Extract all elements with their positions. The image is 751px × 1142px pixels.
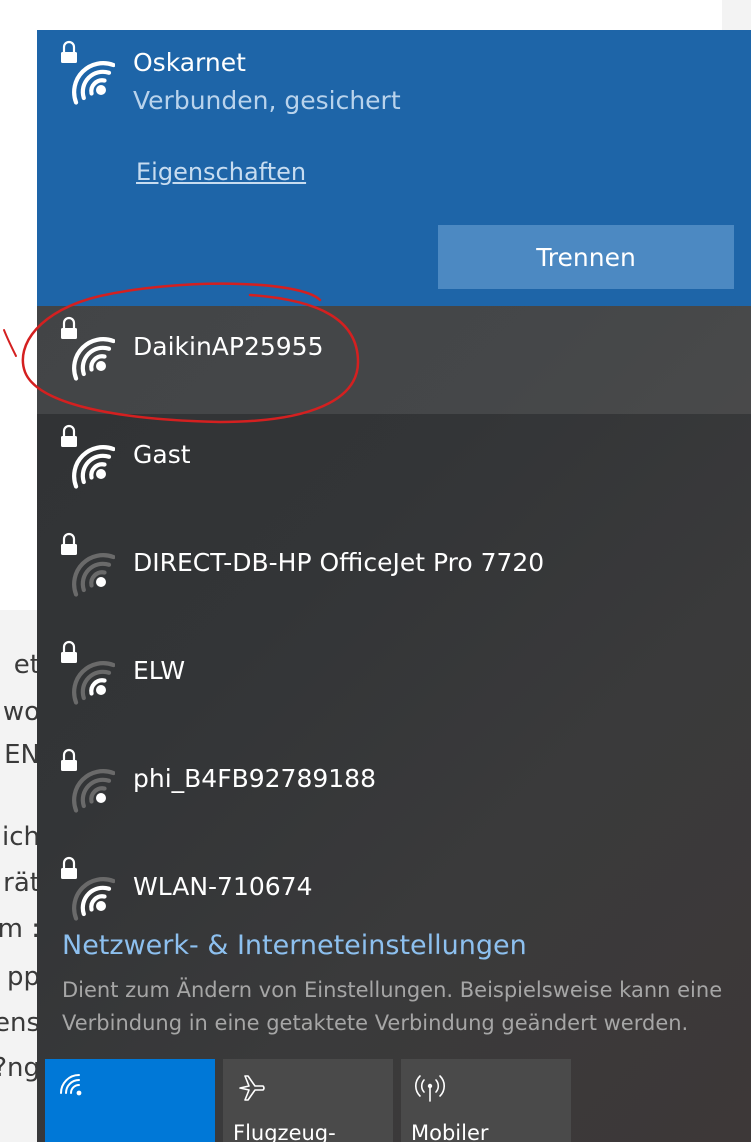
network-item-daikinap25955[interactable]: DaikinAP25955 xyxy=(37,306,751,414)
network-name: phi_B4FB92789188 xyxy=(133,764,376,793)
connected-network-name: Oskarnet xyxy=(133,48,246,77)
connection-status: Verbunden, gesichert xyxy=(133,86,401,115)
airplane-icon xyxy=(237,1073,267,1107)
network-item-phi[interactable]: phi_B4FB92789188 xyxy=(37,738,751,846)
background-text: rät xyxy=(3,868,40,898)
background-text: wo xyxy=(2,697,40,727)
properties-link[interactable]: Eigenschaften xyxy=(136,158,306,186)
background-text: et xyxy=(13,650,40,680)
network-name: ELW xyxy=(133,656,186,685)
secured-wifi-icon xyxy=(59,854,115,924)
network-item-gast[interactable]: Gast xyxy=(37,414,751,522)
network-name: Gast xyxy=(133,440,191,469)
wifi-icon xyxy=(59,1073,85,1103)
mobile-hotspot-icon xyxy=(415,1073,445,1107)
network-name: DaikinAP25955 xyxy=(133,332,324,361)
mobile-hotspot-tile[interactable]: Mobiler xyxy=(401,1059,571,1142)
tile-label: Flugzeug- xyxy=(233,1121,336,1142)
wifi-toggle-tile[interactable] xyxy=(45,1059,215,1142)
network-item-elw[interactable]: ELW xyxy=(37,630,751,738)
background-text: ich xyxy=(2,822,40,852)
background-text: EN xyxy=(4,740,40,770)
secured-wifi-icon xyxy=(59,38,115,108)
network-settings-description: Dient zum Ändern von Einstellungen. Beis… xyxy=(62,978,723,1035)
connected-network-panel[interactable]: Oskarnet Verbunden, gesichert Eigenschaf… xyxy=(37,30,751,306)
network-flyout: Oskarnet Verbunden, gesichert Eigenschaf… xyxy=(37,30,751,1142)
background-text: ens xyxy=(0,1008,40,1038)
disconnect-button[interactable]: Trennen xyxy=(438,225,734,289)
tile-label: Mobiler xyxy=(411,1121,489,1142)
background-text: ng? xyxy=(0,1053,40,1083)
network-settings-link[interactable]: Netzwerk- & Interneteinstellungen xyxy=(62,930,527,961)
background-text: : m xyxy=(0,914,40,944)
secured-wifi-icon xyxy=(59,746,115,816)
secured-wifi-icon xyxy=(59,530,115,600)
background-text: pp xyxy=(6,962,40,992)
network-name: DIRECT-DB-HP OfficeJet Pro 7720 xyxy=(133,548,545,577)
secured-wifi-icon xyxy=(59,314,115,384)
airplane-mode-tile[interactable]: Flugzeug- xyxy=(223,1059,393,1142)
network-name: WLAN-710674 xyxy=(133,872,313,901)
secured-wifi-icon xyxy=(59,422,115,492)
secured-wifi-icon xyxy=(59,638,115,708)
network-item-direct-db-hp[interactable]: DIRECT-DB-HP OfficeJet Pro 7720 xyxy=(37,522,751,630)
